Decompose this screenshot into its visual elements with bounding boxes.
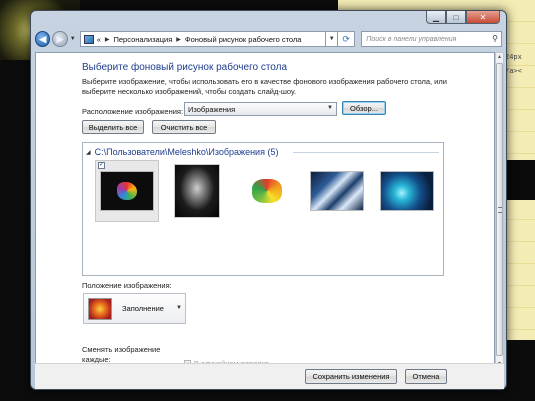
picture-location-value: Изображения xyxy=(188,104,236,114)
picture-gallery: ◢ C:\Пользователи\Meleshko\Изображения (… xyxy=(82,142,444,276)
thumbnail-list: ✓ xyxy=(95,160,440,222)
chevron-down-icon: ▼ xyxy=(176,305,182,311)
title-bar[interactable]: ▁ □ ✕ xyxy=(31,11,506,27)
wallpaper-thumbnail-image xyxy=(380,171,434,211)
scroll-up-icon[interactable]: ▲ xyxy=(496,53,503,61)
wallpaper-thumbnail-image xyxy=(174,164,220,218)
refresh-icon: ⟳ xyxy=(342,33,350,44)
minimize-icon: ▁ xyxy=(432,12,440,22)
back-button[interactable]: ◀ xyxy=(35,31,51,47)
save-changes-button[interactable]: Сохранить изменения xyxy=(305,369,397,384)
forward-button[interactable]: ▶ xyxy=(52,31,68,47)
control-panel-icon xyxy=(83,34,94,44)
folder-group-header[interactable]: ◢ C:\Пользователи\Meleshko\Изображения (… xyxy=(86,147,278,157)
main-content: Выберите фоновый рисунок рабочего стола … xyxy=(35,52,495,369)
position-preview-icon xyxy=(88,297,112,320)
wallpaper-thumbnail-image xyxy=(310,171,364,211)
breadcrumb-desktop-background[interactable]: Фоновый рисунок рабочего стола xyxy=(185,35,302,44)
folder-path: C:\Пользователи\Meleshko\Изображения (5) xyxy=(94,147,279,157)
thumbnail-item[interactable] xyxy=(165,160,229,222)
maximize-icon: □ xyxy=(453,12,459,22)
search-icon[interactable]: ⚲ xyxy=(492,34,498,43)
picture-position-label: Положение изображения: xyxy=(82,281,172,290)
picture-position-select[interactable]: Заполнение ▼ xyxy=(83,293,186,324)
back-arrow-icon: ◀ xyxy=(39,33,47,44)
address-history-dropdown[interactable]: ▼ xyxy=(326,31,338,47)
refresh-button[interactable]: ⟳ xyxy=(338,31,356,47)
search-placeholder: Поиск в панели управления xyxy=(366,35,457,43)
navigation-bar: ◀ ▶ ▼ « ▶ Персонализация ▶ Фоновый рисун… xyxy=(35,28,502,50)
chevron-down-icon: ▼ xyxy=(328,36,335,42)
control-panel-window: ▁ □ ✕ ◀ ▶ ▼ « ▶ Персонализация ▶ Фоновый… xyxy=(30,10,507,390)
breadcrumb-personalization[interactable]: Персонализация xyxy=(114,35,173,44)
breadcrumb-separator-icon: ▶ xyxy=(104,36,110,43)
picture-location-label: Расположение изображения: xyxy=(82,107,184,116)
wallpaper-thumbnail-image xyxy=(100,171,154,211)
close-icon: ✕ xyxy=(479,12,487,22)
folder-group-divider xyxy=(293,152,439,153)
page-description: Выберите изображение, чтобы использовать… xyxy=(82,77,447,96)
browse-button[interactable]: Обзор... xyxy=(342,101,386,115)
maximize-button[interactable]: □ xyxy=(446,11,466,24)
thumbnail-checkbox[interactable]: ✓ xyxy=(98,162,105,169)
clear-all-button[interactable]: Очистить все xyxy=(152,120,216,134)
forward-arrow-icon: ▶ xyxy=(56,33,64,44)
recent-pages-dropdown[interactable]: ▼ xyxy=(70,36,76,42)
vertical-scrollbar[interactable]: ▲ ▼ xyxy=(495,52,504,369)
picture-position-value: Заполнение xyxy=(122,304,164,313)
background-black-bar xyxy=(505,160,535,200)
page-title: Выберите фоновый рисунок рабочего стола xyxy=(82,62,288,73)
dialog-footer: Сохранить изменения Отмена xyxy=(35,363,504,389)
wallpaper-thumbnail-image xyxy=(240,171,294,211)
address-bar[interactable]: « ▶ Персонализация ▶ Фоновый рисунок раб… xyxy=(79,31,327,47)
close-button[interactable]: ✕ xyxy=(466,11,500,24)
breadcrumb-overflow[interactable]: « xyxy=(97,35,101,44)
thumbnail-item[interactable] xyxy=(305,160,369,222)
thumbnail-item[interactable] xyxy=(235,160,299,222)
scrollbar-thumb[interactable] xyxy=(496,63,503,356)
change-interval-label: Сменять изображение каждые: xyxy=(82,345,161,364)
picture-location-select[interactable]: Изображения ▼ xyxy=(184,102,337,116)
cancel-button[interactable]: Отмена xyxy=(405,369,447,384)
minimize-button[interactable]: ▁ xyxy=(426,11,446,24)
scrollbar-grip xyxy=(498,207,502,213)
caption-buttons: ▁ □ ✕ xyxy=(426,11,500,24)
collapse-triangle-icon[interactable]: ◢ xyxy=(86,149,91,156)
breadcrumb-separator-icon: ▶ xyxy=(176,36,181,43)
chevron-down-icon: ▼ xyxy=(327,105,333,111)
select-all-button[interactable]: Выделить все xyxy=(82,120,144,134)
chevron-down-icon: ▼ xyxy=(69,36,76,42)
search-input[interactable]: Поиск в панели управления ⚲ xyxy=(361,31,502,47)
background-code-text: 24px /a>< xyxy=(505,50,535,78)
background-code-line: /a>< xyxy=(505,67,522,75)
thumbnail-item[interactable] xyxy=(375,160,439,222)
thumbnail-item[interactable]: ✓ xyxy=(95,160,159,222)
background-code-line: 24px xyxy=(505,53,522,61)
